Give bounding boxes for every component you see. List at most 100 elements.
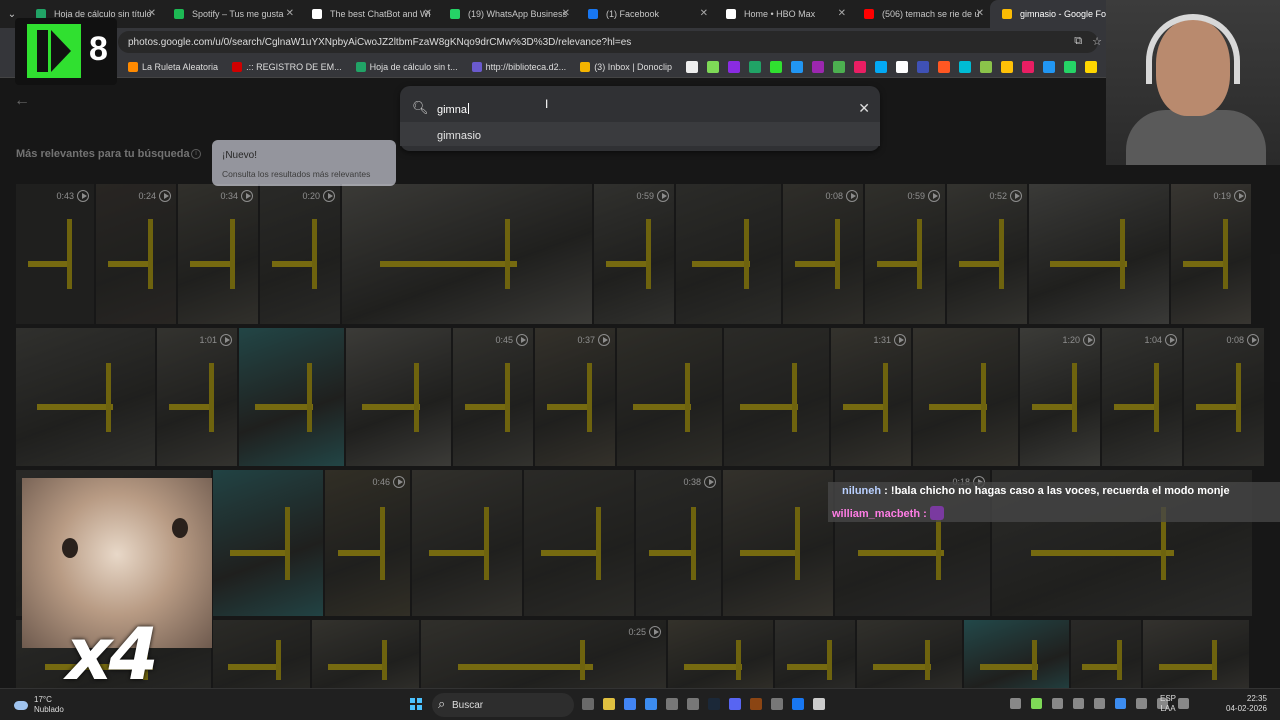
bookmark-shortcut-icon[interactable] (917, 60, 930, 73)
taskbar-app-icon[interactable] (708, 698, 720, 710)
back-arrow-icon[interactable]: ← (14, 92, 30, 110)
photo-thumbnail[interactable] (412, 470, 522, 616)
photo-thumbnail[interactable]: 0:37 (535, 328, 615, 466)
taskbar-app-icon[interactable] (729, 698, 741, 710)
photo-thumbnail[interactable] (676, 184, 781, 324)
tray-icon[interactable] (1073, 698, 1084, 709)
photo-thumbnail[interactable] (312, 620, 419, 688)
photo-thumbnail[interactable]: 1:20 (1020, 328, 1100, 466)
photo-thumbnail[interactable] (213, 620, 310, 688)
photo-thumbnail[interactable]: 0:25 (421, 620, 666, 688)
tab-close-icon[interactable]: ✕ (148, 8, 156, 19)
bookmark-shortcut-icon[interactable] (812, 60, 825, 73)
bookmark-shortcut-icon[interactable] (686, 60, 699, 73)
bookmark-shortcut-icon[interactable] (938, 60, 951, 73)
taskbar-app-icon[interactable] (582, 698, 594, 710)
install-icon[interactable]: ⧉ (1074, 35, 1082, 48)
clock[interactable]: 22:35 04-02-2026 (1226, 694, 1267, 714)
taskbar-search[interactable]: Buscar (432, 693, 574, 717)
bookmark-item[interactable]: La Ruleta Aleatoria (128, 61, 218, 72)
photo-thumbnail[interactable]: 1:01 (157, 328, 237, 466)
photo-thumbnail[interactable]: 1:04 (1102, 328, 1182, 466)
taskbar-app-icon[interactable] (750, 698, 762, 710)
bookmark-shortcut-icon[interactable] (707, 60, 720, 73)
tray-icon[interactable] (1136, 698, 1147, 709)
bookmark-item[interactable]: http://biblioteca.d2... (471, 61, 566, 72)
browser-tab[interactable]: Spotify – Tus me gusta ✕ (162, 0, 300, 28)
photo-thumbnail[interactable]: 0:45 (453, 328, 533, 466)
photo-thumbnail[interactable] (1071, 620, 1141, 688)
browser-tab[interactable]: (506) temach se rie de u ✕ (852, 0, 990, 28)
bookmark-shortcut-icon[interactable] (980, 60, 993, 73)
bookmark-shortcut-icon[interactable] (749, 60, 762, 73)
browser-tab[interactable]: (19) WhatsApp Business ✕ (438, 0, 576, 28)
search-box[interactable]: 🔍︎ gimna ✕ gimnasio (400, 86, 880, 151)
photo-thumbnail[interactable] (913, 328, 1018, 466)
photo-thumbnail[interactable]: 0:46 (325, 470, 410, 616)
photo-thumbnail[interactable]: 0:08 (1184, 328, 1264, 466)
tray-icon[interactable] (1031, 698, 1042, 709)
weather-widget[interactable]: 17°C Nublado (14, 695, 64, 715)
bookmark-shortcut-icon[interactable] (1064, 60, 1077, 73)
language-indicator[interactable]: ESP LAA (1160, 694, 1176, 714)
bookmark-shortcut-icon[interactable] (1001, 60, 1014, 73)
tab-close-icon[interactable]: ✕ (424, 8, 432, 19)
tab-close-icon[interactable]: ✕ (286, 8, 294, 19)
bookmark-shortcut-icon[interactable] (1022, 60, 1035, 73)
bookmark-shortcut-icon[interactable] (875, 60, 888, 73)
photo-thumbnail[interactable] (723, 470, 833, 616)
photo-thumbnail[interactable] (668, 620, 773, 688)
tab-close-icon[interactable]: ✕ (700, 8, 708, 19)
photo-thumbnail[interactable] (342, 184, 592, 324)
bookmark-item[interactable]: Hoja de cálculo sin t... (355, 61, 458, 72)
bookmark-shortcut-icon[interactable] (854, 60, 867, 73)
address-bar[interactable]: photos.google.com/u/0/search/CglnaW1uYXN… (118, 31, 1098, 53)
search-suggestion[interactable]: gimnasio (400, 122, 880, 146)
taskbar-app-icon[interactable] (666, 698, 678, 710)
photo-thumbnail[interactable]: 0:59 (865, 184, 945, 324)
photo-thumbnail[interactable]: 0:24 (96, 184, 176, 324)
bookmark-star-icon[interactable]: ☆ (1092, 35, 1102, 48)
tray-icon[interactable] (1115, 698, 1126, 709)
photo-thumbnail[interactable] (1029, 184, 1169, 324)
photo-thumbnail[interactable] (964, 620, 1069, 688)
photo-thumbnail[interactable]: 0:38 (636, 470, 721, 616)
taskbar-app-icon[interactable] (603, 698, 615, 710)
photo-thumbnail[interactable] (213, 470, 323, 616)
bookmark-item[interactable]: (3) Inbox | Donoclip (580, 61, 672, 72)
browser-tab[interactable]: Home • HBO Max ✕ (714, 0, 852, 28)
windows-start-icon[interactable] (410, 698, 422, 710)
taskbar-app-icon[interactable] (645, 698, 657, 710)
bookmark-shortcut-icon[interactable] (728, 60, 741, 73)
bookmark-shortcut-icon[interactable] (833, 60, 846, 73)
photo-thumbnail[interactable]: 0:20 (260, 184, 340, 324)
taskbar-app-icon[interactable] (792, 698, 804, 710)
tray-icon[interactable] (1094, 698, 1105, 709)
photo-thumbnail[interactable]: 1:31 (831, 328, 911, 466)
photo-thumbnail[interactable] (1143, 620, 1249, 688)
photo-thumbnail[interactable] (524, 470, 634, 616)
photo-thumbnail[interactable]: 0:52 (947, 184, 1027, 324)
photo-thumbnail[interactable]: 0:59 (594, 184, 674, 324)
search-input[interactable]: gimna (437, 103, 469, 116)
bookmark-shortcut-icon[interactable] (791, 60, 804, 73)
tab-close-icon[interactable]: ✕ (838, 8, 846, 19)
tray-icon[interactable] (1052, 698, 1063, 709)
browser-tab[interactable]: The best ChatBot and Wi ✕ (300, 0, 438, 28)
photo-thumbnail[interactable] (346, 328, 451, 466)
bookmark-shortcut-icon[interactable] (896, 60, 909, 73)
photo-thumbnail[interactable] (239, 328, 344, 466)
photo-thumbnail[interactable]: 0:34 (178, 184, 258, 324)
bookmark-shortcut-icon[interactable] (1085, 60, 1098, 73)
info-icon[interactable]: i (191, 149, 201, 159)
taskbar-app-icon[interactable] (624, 698, 636, 710)
taskbar-app-icon[interactable] (687, 698, 699, 710)
browser-tab[interactable]: (1) Facebook ✕ (576, 0, 714, 28)
clear-search-icon[interactable]: ✕ (858, 100, 870, 117)
photo-thumbnail[interactable] (775, 620, 855, 688)
tray-icon[interactable] (1010, 698, 1021, 709)
bookmark-shortcut-icon[interactable] (1043, 60, 1056, 73)
photo-thumbnail[interactable] (857, 620, 962, 688)
bookmark-shortcut-icon[interactable] (959, 60, 972, 73)
bookmark-shortcut-icon[interactable] (770, 60, 783, 73)
